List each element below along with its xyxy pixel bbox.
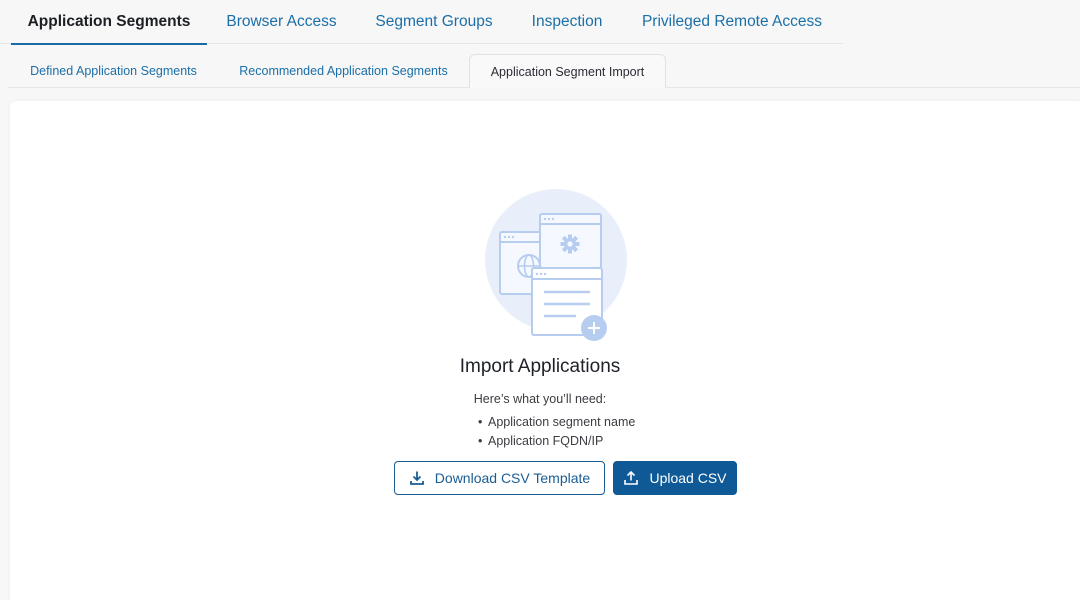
tab-inspection[interactable]: Inspection bbox=[520, 0, 614, 44]
sub-tab-defined-application-segments[interactable]: Defined Application Segments bbox=[16, 54, 211, 88]
requirements-intro: Here’s what you’ll need: bbox=[473, 392, 607, 406]
tab-privileged-remote-access[interactable]: Privileged Remote Access bbox=[632, 0, 832, 44]
sub-tab-recommended-application-segments[interactable]: Recommended Application Segments bbox=[226, 54, 461, 88]
upload-icon bbox=[623, 470, 639, 486]
download-icon bbox=[409, 470, 425, 486]
tab-segment-groups[interactable]: Segment Groups bbox=[362, 0, 506, 44]
import-applications-illustration bbox=[472, 188, 640, 348]
requirements-list: Application segment name Application FQD… bbox=[478, 414, 635, 452]
empty-state-title: Import Applications bbox=[459, 356, 621, 377]
tab-browser-access[interactable]: Browser Access bbox=[212, 0, 351, 44]
upload-csv-label: Upload CSV bbox=[649, 470, 727, 486]
requirement-item: Application FQDN/IP bbox=[478, 433, 635, 452]
sub-tab-application-segment-import[interactable]: Application Segment Import bbox=[469, 54, 666, 88]
download-csv-template-button[interactable]: Download CSV Template bbox=[394, 461, 605, 495]
upload-csv-button[interactable]: Upload CSV bbox=[613, 461, 737, 495]
top-tab-bar: Application Segments Browser Access Segm… bbox=[0, 0, 843, 45]
download-csv-template-label: Download CSV Template bbox=[434, 470, 591, 486]
requirement-item: Application segment name bbox=[478, 414, 635, 433]
tab-application-segments[interactable]: Application Segments bbox=[11, 0, 207, 45]
import-panel bbox=[10, 101, 1080, 600]
sub-tab-bar: Defined Application Segments Recommended… bbox=[0, 54, 1080, 88]
